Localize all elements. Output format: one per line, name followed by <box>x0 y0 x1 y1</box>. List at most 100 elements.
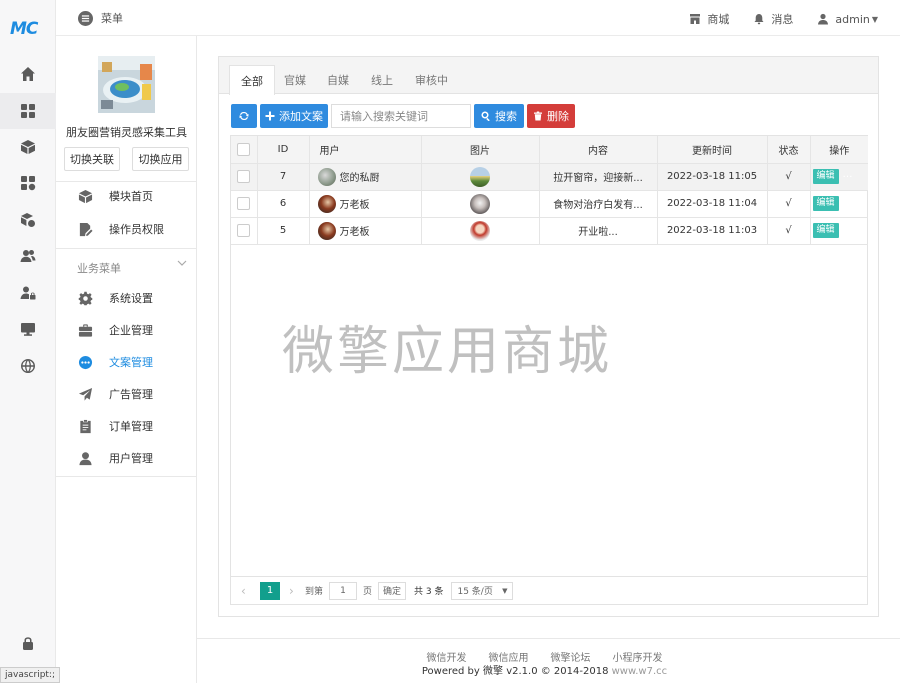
lock-icon[interactable] <box>0 625 56 661</box>
goto-confirm-button[interactable]: 确定 <box>378 581 407 600</box>
sidebar-item-module-home[interactable]: 模块首页 <box>56 180 197 212</box>
sidebar-item-label: 订单管理 <box>109 420 153 433</box>
next-page-icon[interactable]: › <box>289 584 299 598</box>
column-header-status[interactable]: 状态 <box>766 136 811 164</box>
sidebar-item-label: 文案管理 <box>109 356 153 369</box>
column-header-id[interactable]: ID <box>256 136 310 164</box>
post-thumbnail[interactable] <box>470 193 490 214</box>
divider <box>56 476 197 477</box>
tab-self-media[interactable]: 自媒 <box>316 65 360 94</box>
divider <box>56 248 197 249</box>
cell-content: 食物对治疗白发有... <box>538 189 658 218</box>
cell-updated: 2022-03-18 11:04 <box>656 189 768 218</box>
browser-status-bar: javascript:; <box>0 667 61 683</box>
tab-online[interactable]: 线上 <box>360 65 404 94</box>
top-header: 菜单 商城 消息 admin ▼ <box>56 0 900 36</box>
edit-button[interactable]: 编辑 <box>812 169 839 184</box>
search-input[interactable] <box>331 104 471 128</box>
sidebar-item-orders[interactable]: 订单管理 <box>56 410 197 442</box>
sidebar-item-enterprise[interactable]: 企业管理 <box>56 314 197 346</box>
table-row[interactable]: 5 万老板 开业啦... 2022-03-18 11:03 √ 编辑 删除 <box>231 216 868 245</box>
switch-app-button[interactable]: 切换应用 <box>132 147 189 171</box>
delete-button[interactable]: 删除 <box>527 104 575 128</box>
plus-icon <box>265 111 275 121</box>
table-row[interactable]: 7 您的私厨 拉开窗帘，迎接新... 2022-03-18 11:05 √ 编辑… <box>231 162 868 191</box>
row-checkbox[interactable] <box>237 197 251 210</box>
domain-link[interactable]: www.w7.cc <box>612 666 668 677</box>
user-lock-icon[interactable] <box>0 275 56 311</box>
table-row[interactable]: 6 万老板 食物对治疗白发有... 2022-03-18 11:04 √ 编辑删… <box>231 189 868 218</box>
cell-status: √ <box>766 189 811 218</box>
messages-link[interactable]: 消息 <box>753 11 793 27</box>
copyright: Powered by 微擎 v2.1.0 © 2014-2018 www.w7.… <box>197 662 900 677</box>
sidebar-item-operator-permissions[interactable]: 操作员权限 <box>56 213 197 245</box>
pagination: ‹ 1 › 到第 1 页 确定 共 3 条 15 条/页 ▼ <box>230 576 868 605</box>
shop-link[interactable]: 商城 <box>689 11 729 27</box>
home-icon[interactable] <box>0 56 56 92</box>
column-header-image[interactable]: 图片 <box>420 136 540 164</box>
tab-official-media[interactable]: 官媒 <box>273 65 317 94</box>
users-icon[interactable] <box>0 238 56 274</box>
tab-all[interactable]: 全部 <box>229 65 275 95</box>
globe-icon[interactable] <box>0 348 56 384</box>
trash-icon <box>534 111 542 121</box>
sidebar-item-users[interactable]: 用户管理 <box>56 442 197 474</box>
messages-label: 消息 <box>771 13 794 26</box>
column-header-user[interactable]: 用户 <box>308 136 422 164</box>
edit-button[interactable]: 编辑 <box>812 196 839 211</box>
menu-list-icon <box>78 10 93 26</box>
refresh-icon <box>239 111 249 121</box>
user-menu[interactable]: admin ▼ <box>817 11 878 27</box>
cell-user: 您的私厨 <box>339 173 380 184</box>
shop-label: 商城 <box>707 13 730 26</box>
switch-link-button[interactable]: 切换关联 <box>64 147 120 171</box>
cube-icon <box>77 188 93 204</box>
post-thumbnail[interactable] <box>470 220 490 241</box>
add-copy-button[interactable]: 添加文案 <box>260 104 328 128</box>
sidebar-item-label: 用户管理 <box>109 452 153 465</box>
page-unit-label: 页 <box>363 587 373 597</box>
column-header-updated[interactable]: 更新时间 <box>656 136 768 164</box>
box-icon[interactable] <box>0 129 56 165</box>
brand-logo[interactable]: MC <box>10 19 38 39</box>
column-header-actions: 操作 <box>809 136 868 164</box>
select-all-checkbox[interactable] <box>237 142 251 156</box>
total-count: 共 3 条 <box>414 587 444 597</box>
brand-name[interactable]: 微擎 <box>483 666 503 677</box>
page-number-current[interactable]: 1 <box>260 581 280 600</box>
powered-by: Powered by <box>421 666 480 677</box>
sidebar-item-label: 广告管理 <box>109 388 153 401</box>
apps-grid-icon[interactable] <box>0 93 56 129</box>
icon-rail: MC <box>0 0 56 683</box>
refresh-button[interactable] <box>231 104 257 128</box>
sidebar-item-system-settings[interactable]: 系统设置 <box>56 282 197 314</box>
column-header-content[interactable]: 内容 <box>538 136 658 164</box>
modules-icon[interactable] <box>0 165 56 201</box>
menu-toggle[interactable]: 菜单 <box>78 10 123 26</box>
plugin-box-icon[interactable] <box>0 202 56 238</box>
page-size-select[interactable]: 15 条/页 ▼ <box>451 581 514 600</box>
cell-updated: 2022-03-18 11:03 <box>656 216 768 245</box>
cell-content: 拉开窗帘，迎接新... <box>538 162 658 191</box>
prev-page-icon[interactable]: ‹ <box>241 584 251 598</box>
cell-id: 7 <box>256 162 310 191</box>
sidebar-item-copywriting[interactable]: 文案管理 <box>56 346 197 378</box>
sidebar-item-label: 企业管理 <box>109 324 153 337</box>
store-icon <box>690 14 701 24</box>
row-checkbox[interactable] <box>237 170 251 183</box>
cell-id: 6 <box>256 189 310 218</box>
user-avatar <box>317 167 336 186</box>
row-checkbox[interactable] <box>237 224 251 237</box>
chevron-down-icon[interactable] <box>177 258 187 268</box>
goto-page-input[interactable]: 1 <box>329 581 358 600</box>
tab-under-review[interactable]: 审核中 <box>404 65 459 94</box>
sidebar-item-ads[interactable]: 广告管理 <box>56 378 197 410</box>
bell-icon <box>754 14 764 25</box>
edit-button[interactable]: 编辑 <box>812 223 839 238</box>
sidebar-group-label: 业务菜单 <box>77 262 121 275</box>
post-thumbnail[interactable] <box>470 166 490 187</box>
footer: 微信开发 微信应用 微擎论坛 小程序开发 Powered by 微擎 v2.1.… <box>197 638 900 683</box>
search-button[interactable]: 搜索 <box>474 104 524 128</box>
app-name: 朋友圈营销灵感采集工具 <box>66 126 187 139</box>
monitor-icon[interactable] <box>0 311 56 347</box>
